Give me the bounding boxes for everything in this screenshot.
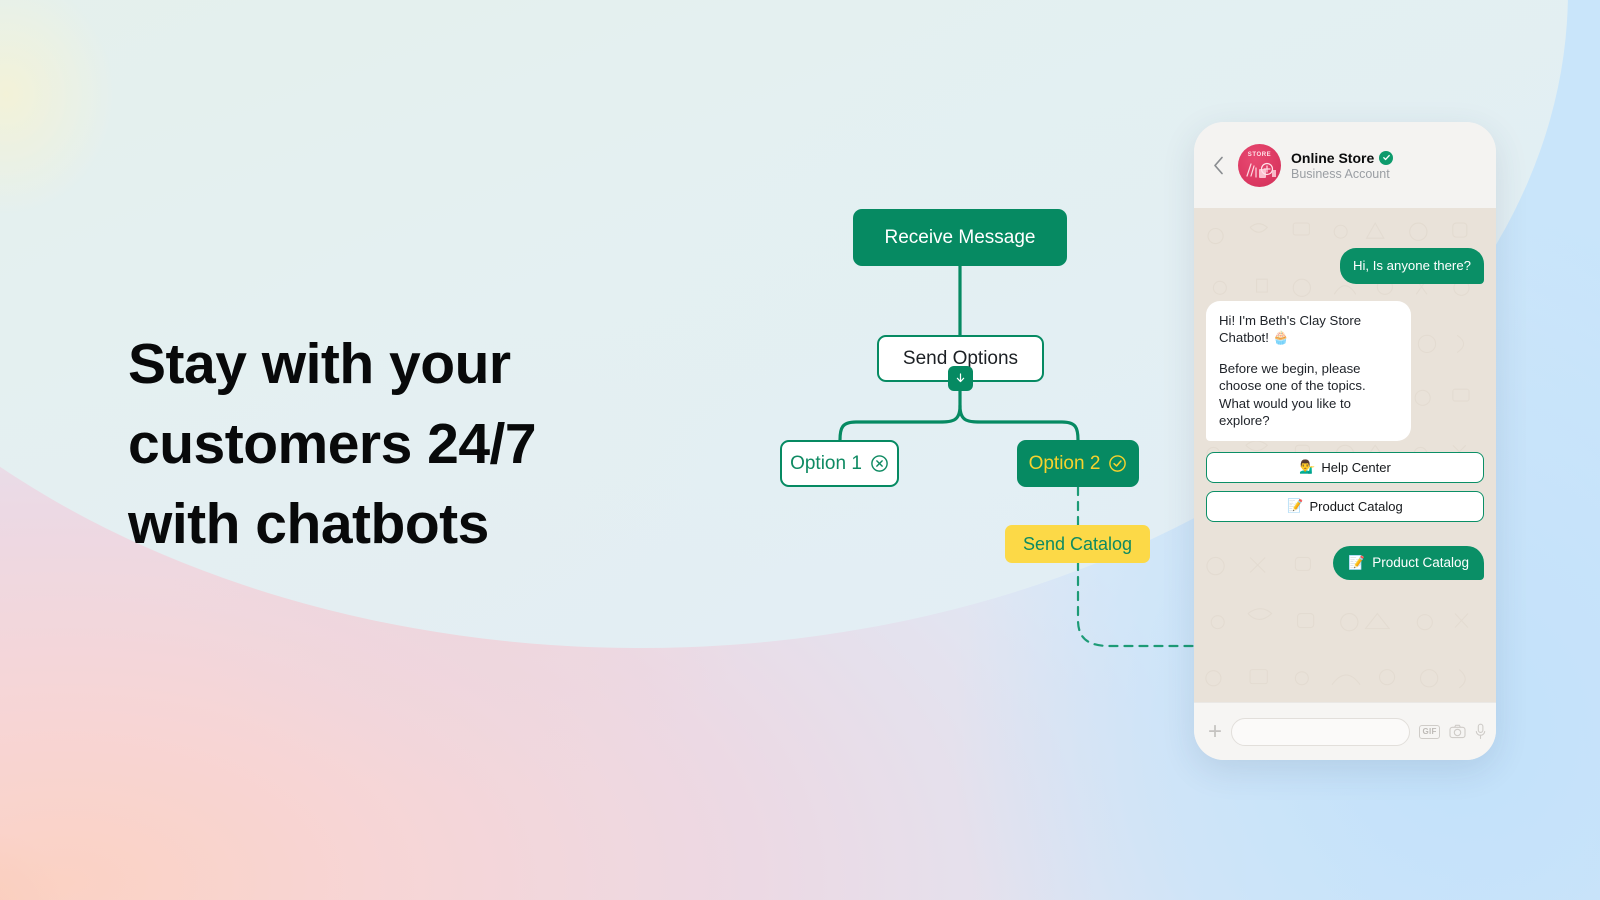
chat-bubble-product-catalog-emoji: 📝	[1348, 554, 1366, 570]
gif-icon[interactable]: GIF	[1419, 724, 1441, 739]
chat-bubble-outgoing[interactable]: Hi, Is anyone there?	[1339, 248, 1484, 284]
headline-line-2: customers 24/7	[128, 412, 537, 476]
camera-icon[interactable]	[1449, 724, 1466, 739]
quick-reply-help-center-label: Help Center	[1321, 459, 1391, 475]
flow-node-send-catalog-label: Send Catalog	[1022, 533, 1133, 554]
flow-node-option-2-label: Option 2	[1028, 452, 1101, 474]
chatbot-flowchart: Receive Message Send Options Option 1 Op…	[760, 190, 1232, 690]
chat-bubble-incoming-paragraph-2: Before we begin, please choose one of th…	[1219, 360, 1366, 429]
microphone-icon-glyph	[1475, 723, 1486, 740]
headline-line-1: Stay with your	[128, 332, 511, 396]
microphone-icon[interactable]	[1475, 723, 1486, 740]
chat-message-list[interactable]: Hi, Is anyone there? Hi! I'm Beth's Clay…	[1194, 208, 1496, 702]
arrow-down-icon-glyph	[956, 373, 965, 383]
chat-bubble-product-catalog[interactable]: 📝 Product Catalog	[1333, 545, 1484, 580]
check-circle-icon[interactable]	[1108, 454, 1127, 473]
chat-message-row: Hi! I'm Beth's Clay Store Chatbot! 🧁 Bef…	[1206, 300, 1484, 441]
flow-node-receive-message-label: Receive Message	[884, 226, 1036, 248]
flow-node-option-1[interactable]: Option 1	[780, 440, 899, 487]
chat-header: STORE Online Store Business Account	[1194, 122, 1496, 208]
quick-reply-product-catalog-label: Product Catalog	[1309, 498, 1403, 514]
chat-header-texts: Online Store Business Account	[1291, 149, 1394, 181]
flow-node-option-2[interactable]: Option 2	[1017, 440, 1139, 487]
arrow-down-icon[interactable]	[948, 366, 973, 391]
avatar[interactable]: STORE	[1238, 143, 1281, 187]
x-circle-icon-glyph	[871, 455, 888, 472]
avatar-illustration	[1246, 162, 1276, 178]
chat-bubble-incoming[interactable]: Hi! I'm Beth's Clay Store Chatbot! 🧁 Bef…	[1206, 300, 1411, 441]
chat-bubble-outgoing-text: Hi, Is anyone there?	[1352, 258, 1471, 273]
quick-reply-help-center-emoji: 💁‍♂️	[1299, 459, 1316, 474]
chevron-left-icon-glyph	[1213, 156, 1223, 174]
check-circle-icon-glyph	[1109, 455, 1127, 472]
headline-line-3: with chatbots	[128, 492, 489, 556]
quick-reply-product-catalog-emoji: 📝	[1287, 498, 1304, 513]
chat-header-name-row: Online Store	[1291, 149, 1394, 166]
flow-node-receive-message[interactable]: Receive Message	[853, 209, 1067, 266]
verified-check-icon-glyph	[1382, 154, 1390, 161]
quick-reply-help-center[interactable]: 💁‍♂️ Help Center	[1206, 451, 1484, 483]
chat-bubble-incoming-paragraph-1: Hi! I'm Beth's Clay Store Chatbot! 🧁	[1219, 312, 1362, 346]
chat-message-row: Hi, Is anyone there?	[1206, 248, 1484, 284]
contact-subtitle: Business Account	[1291, 166, 1390, 181]
message-input[interactable]	[1231, 717, 1411, 746]
chat-bubble-product-catalog-label: Product Catalog	[1372, 555, 1469, 570]
chevron-left-icon[interactable]	[1208, 151, 1228, 179]
flow-node-option-1-label: Option 1	[790, 452, 862, 474]
x-circle-icon[interactable]	[870, 454, 889, 473]
flow-node-send-catalog[interactable]: Send Catalog	[1005, 525, 1150, 563]
plus-icon[interactable]: +	[1208, 719, 1222, 744]
camera-icon-glyph	[1449, 724, 1466, 739]
verified-check-icon	[1379, 150, 1394, 165]
page-title: Stay with your customers 24/7 with chatb…	[128, 324, 688, 564]
contact-name: Online Store	[1291, 149, 1375, 166]
message-input-bar: + GIF	[1194, 702, 1496, 760]
phone-mockup: STORE Online Store Business Account Hi, …	[1194, 122, 1496, 760]
quick-reply-product-catalog[interactable]: 📝 Product Catalog	[1206, 490, 1484, 522]
chat-message-row: 📝 Product Catalog	[1206, 545, 1484, 580]
